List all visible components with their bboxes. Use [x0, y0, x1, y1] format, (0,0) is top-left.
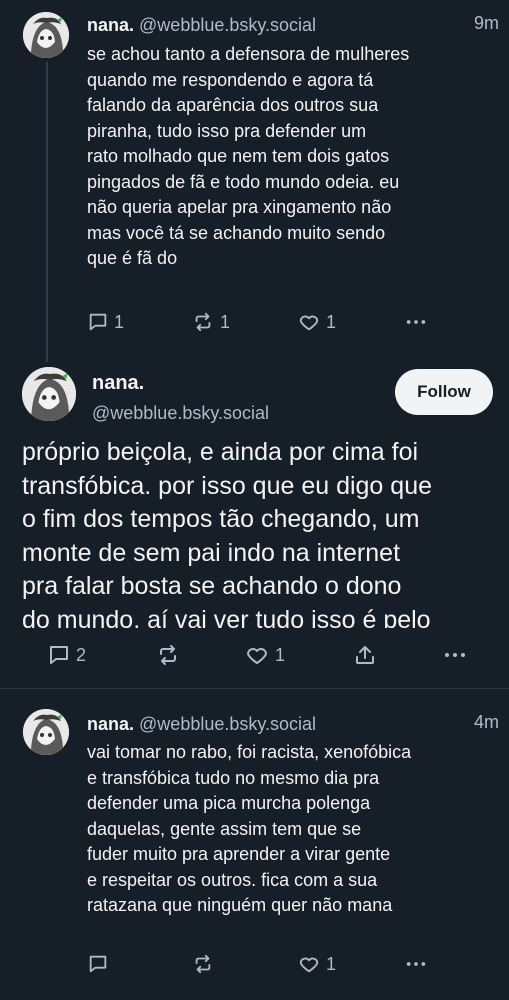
display-name[interactable]: nana.: [87, 15, 134, 35]
post-text: vai tomar no rabo, foi racista, xenofóbi…: [87, 742, 412, 915]
more-button[interactable]: [403, 953, 429, 975]
speech-bubble-icon: [50, 646, 68, 664]
reply-button[interactable]: 2: [47, 643, 86, 667]
avatar-image: [23, 709, 69, 755]
post-header: nana. @webblue.bsky.social: [87, 712, 316, 736]
timestamp: 9m: [473, 13, 499, 33]
ellipsis-icon: [406, 962, 426, 966]
reply-count: 2: [76, 644, 87, 665]
more-button[interactable]: [403, 311, 429, 333]
handle-text: @webblue.bsky.social: [92, 403, 270, 423]
handle[interactable]: @webblue.bsky.social: [139, 15, 316, 35]
avatar[interactable]: [23, 12, 69, 58]
follow-button[interactable]: Follow: [395, 369, 493, 415]
post-3[interactable]: nana. @webblue.bsky.social 4m vai tomar …: [0, 689, 509, 1000]
repost-arrows-icon: [195, 312, 211, 332]
heart-icon: [299, 957, 319, 973]
display-name-text: nana.: [92, 372, 145, 394]
ellipsis-icon: [445, 653, 465, 657]
post-header: nana. @webblue.bsky.social: [87, 13, 316, 37]
ellipsis-icon: [406, 320, 426, 324]
avatar[interactable]: [23, 709, 69, 755]
speech-bubble-icon: [89, 313, 107, 331]
timestamp: 4m: [473, 712, 499, 732]
display-name[interactable]: nana.: [92, 371, 144, 395]
repost-count: 1: [220, 311, 231, 332]
like-count: 1: [326, 311, 337, 332]
repost-arrows-icon: [160, 645, 176, 665]
post-actions: 2 1: [47, 643, 497, 667]
post-1[interactable]: nana. @webblue.bsky.social 9m se achou t…: [0, 0, 509, 362]
like-button[interactable]: 1: [244, 643, 285, 667]
reply-count: 1: [114, 311, 125, 332]
repost-arrows-icon: [195, 954, 211, 974]
repost-button[interactable]: [155, 643, 181, 667]
heart-icon: [299, 315, 319, 331]
like-button[interactable]: 1: [297, 953, 336, 975]
share-button[interactable]: [353, 643, 377, 667]
avatar-image: [22, 367, 76, 421]
post-text: próprio beiçola, e ainda por cima foi tr…: [22, 438, 432, 628]
repost-button[interactable]: 1: [191, 311, 230, 333]
share-icon: [356, 646, 374, 664]
handle[interactable]: @webblue.bsky.social: [139, 714, 316, 734]
like-button[interactable]: 1: [297, 311, 336, 333]
thread-line: [46, 62, 48, 362]
post-text: se achou tanto a defensora de mulheres q…: [87, 44, 410, 268]
like-count: 1: [275, 644, 286, 665]
post-actions: 1: [87, 953, 497, 977]
like-count: 1: [326, 953, 337, 974]
avatar[interactable]: [22, 367, 76, 421]
handle[interactable]: @webblue.bsky.social: [92, 401, 269, 425]
display-name[interactable]: nana.: [87, 714, 134, 734]
more-button[interactable]: [442, 643, 468, 667]
repost-button[interactable]: [191, 953, 215, 975]
post-actions: 1 1 1: [87, 311, 497, 335]
heart-icon: [247, 648, 267, 664]
reply-button[interactable]: [87, 953, 109, 975]
avatar-image: [23, 12, 69, 58]
speech-bubble-icon: [89, 955, 107, 973]
reply-button[interactable]: 1: [87, 311, 124, 333]
